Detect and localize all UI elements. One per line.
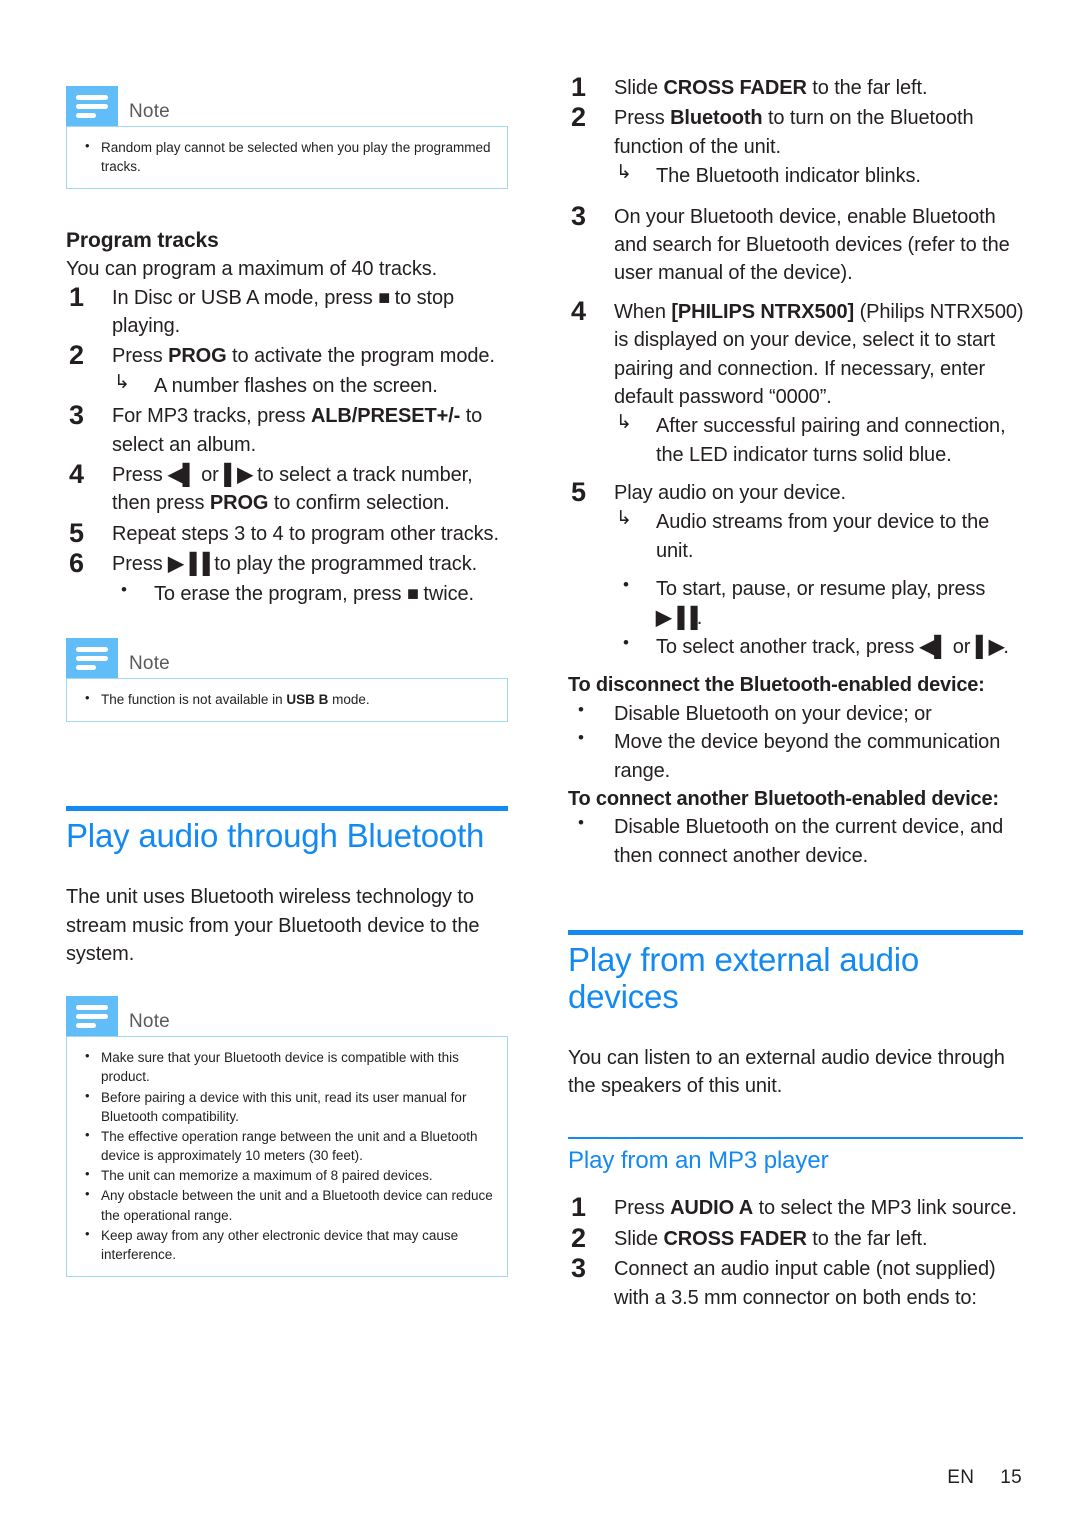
mp3-player-steps: Press AUDIO A to select the MP3 link sou… — [568, 1190, 1028, 1312]
step-item: Slide CROSS FADER to the far left. — [568, 1221, 1028, 1257]
note-callout-random-play: Note Random play cannot be selected when… — [66, 86, 508, 190]
next-track-icon: ▌▶ — [224, 464, 253, 487]
step-text: Press AUDIO A to select the MP3 link sou… — [614, 1197, 1017, 1220]
manual-page: Note Random play cannot be selected when… — [0, 0, 1080, 1527]
previous-track-icon: ◀▌ — [919, 636, 949, 659]
note-bullet: Before pairing a device with this unit, … — [77, 1087, 495, 1126]
step-item: When [PHILIPS NTRX500] (Philips NTRX500)… — [568, 294, 1028, 469]
step-text: Connect an audio input cable (not suppli… — [614, 1258, 996, 1309]
disconnect-heading: To disconnect the Bluetooth-enabled devi… — [568, 674, 985, 697]
external-audio-intro: You can listen to an external audio devi… — [568, 1047, 1005, 1098]
step-item: Repeat steps 3 to 4 to program other tra… — [66, 516, 516, 552]
step-text: Press Bluetooth to turn on the Bluetooth… — [614, 107, 974, 158]
step-text: Press ◀▌ or ▌▶ to select a track number,… — [112, 464, 473, 515]
step-text: When [PHILIPS NTRX500] (Philips NTRX500)… — [614, 300, 1024, 408]
note-body: The function is not available in USB B m… — [66, 678, 508, 723]
note-bullet: Make sure that your Bluetooth device is … — [77, 1047, 495, 1086]
step-text: Repeat steps 3 to 4 to program other tra… — [112, 522, 499, 545]
connect-another-heading: To connect another Bluetooth-enabled dev… — [568, 787, 999, 810]
step-sub-bullet: To erase the program, press ■ twice. — [112, 578, 516, 608]
note-bullet: Any obstacle between the unit and a Blue… — [77, 1185, 495, 1224]
stop-icon: ■ — [406, 582, 419, 605]
disconnect-bullet: Disable Bluetooth on your device; or — [568, 698, 1028, 728]
stop-icon: ■ — [378, 286, 390, 309]
step-text: Press ▶▐▐ to play the programmed track. — [112, 553, 478, 576]
step-sub-bullet: To start, pause, or resume play, press ▶… — [614, 573, 1028, 632]
step-result: Audio streams from your device to the un… — [614, 506, 1028, 565]
section-rule — [66, 806, 508, 812]
next-track-icon: ▌▶ — [975, 636, 1005, 659]
connect-another-bullet: Disable Bluetooth on the current device,… — [568, 811, 1028, 870]
note-icon — [66, 86, 118, 126]
step-item: Press PROG to activate the program mode.… — [66, 338, 516, 400]
note-callout-usb-b: Note The function is not available in US… — [66, 638, 508, 723]
external-audio-section: Play from external audio devices — [568, 930, 1028, 1016]
step-item: In Disc or USB A mode, press ■ to stop p… — [66, 280, 516, 341]
step-item: Slide CROSS FADER to the far left. — [568, 70, 1028, 106]
note-body: Make sure that your Bluetooth device is … — [66, 1036, 508, 1277]
step-text: Slide CROSS FADER to the far left. — [614, 77, 928, 99]
step-item: Press AUDIO A to select the MP3 link sou… — [568, 1190, 1028, 1226]
note-title: Note — [129, 653, 170, 674]
note-header: Note — [66, 996, 508, 1037]
note-bullet: Random play cannot be selected when you … — [77, 137, 495, 176]
play-pause-icon: ▶▐▐ — [168, 553, 210, 576]
note-icon — [66, 996, 118, 1037]
step-item: Press ▶▐▐ to play the programmed track. … — [66, 546, 516, 608]
note-bullet: The effective operation range between th… — [77, 1126, 495, 1165]
note-bullet: Keep away from any other electronic devi… — [77, 1225, 495, 1264]
section-rule — [568, 930, 1023, 936]
note-title: Note — [129, 101, 170, 122]
step-text: On your Bluetooth device, enable Bluetoo… — [614, 205, 1010, 285]
step-text: For MP3 tracks, press ALB/PRESET+/- to s… — [112, 405, 483, 456]
previous-track-icon: ◀▌ — [168, 464, 197, 487]
note-icon — [66, 638, 118, 678]
step-sub-bullet: To select another track, press ◀▌ or ▌▶. — [614, 631, 1028, 661]
step-result: After successful pairing and connection,… — [614, 410, 1028, 469]
program-tracks-intro: You can program a maximum of 40 tracks. — [66, 258, 438, 281]
bluetooth-pairing-steps: Slide CROSS FADER to the far left. Press… — [568, 70, 1028, 661]
play-pause-icon: ▶▐▐ — [656, 606, 698, 629]
right-column: Slide CROSS FADER to the far left. Press… — [568, 70, 1028, 1314]
note-bullet: The unit can memorize a maximum of 8 pai… — [77, 1165, 495, 1185]
step-text: Play audio on your device. — [614, 482, 846, 505]
note-header: Note — [66, 638, 508, 678]
bluetooth-section: Play audio through Bluetooth — [66, 806, 516, 855]
program-tracks-steps: In Disc or USB A mode, press ■ to stop p… — [66, 280, 516, 608]
step-item: Connect an audio input cable (not suppli… — [568, 1251, 1028, 1312]
program-tracks-heading: Program tracks — [66, 229, 219, 253]
note-title: Note — [129, 1011, 170, 1033]
left-column: Note Random play cannot be selected when… — [66, 86, 516, 1277]
step-result: The Bluetooth indicator blinks. — [614, 160, 1028, 190]
step-item: Play audio on your device. Audio streams… — [568, 475, 1028, 661]
language-code: EN — [947, 1467, 975, 1488]
step-item: Press ◀▌ or ▌▶ to select a track number,… — [66, 457, 516, 518]
subsection-rule — [568, 1136, 1023, 1139]
note-body: Random play cannot be selected when you … — [66, 126, 508, 190]
step-text: Press PROG to activate the program mode. — [112, 345, 495, 368]
mp3-player-section: Play from an MP3 player — [568, 1136, 1028, 1175]
page-number: 15 — [1000, 1467, 1022, 1488]
note-bullet: The function is not available in USB B m… — [77, 689, 495, 709]
note-header: Note — [66, 86, 508, 126]
step-item: For MP3 tracks, press ALB/PRESET+/- to s… — [66, 398, 516, 459]
note-callout-bluetooth: Note Make sure that your Bluetooth devic… — [66, 996, 508, 1277]
bluetooth-intro: The unit uses Bluetooth wireless technol… — [66, 886, 480, 965]
step-text: Slide CROSS FADER to the far left. — [614, 1227, 928, 1250]
step-item: Press Bluetooth to turn on the Bluetooth… — [568, 100, 1028, 190]
external-audio-heading: Play from external audio devices — [568, 941, 920, 1016]
step-text: In Disc or USB A mode, press ■ to stop p… — [112, 286, 454, 338]
step-result: A number flashes on the screen. — [112, 370, 516, 400]
mp3-player-heading: Play from an MP3 player — [568, 1146, 829, 1174]
disconnect-bullet: Move the device beyond the communication… — [568, 726, 1028, 785]
bluetooth-section-heading: Play audio through Bluetooth — [66, 817, 485, 855]
step-item: On your Bluetooth device, enable Bluetoo… — [568, 199, 1028, 288]
page-footer: EN 15 — [947, 1467, 1022, 1489]
